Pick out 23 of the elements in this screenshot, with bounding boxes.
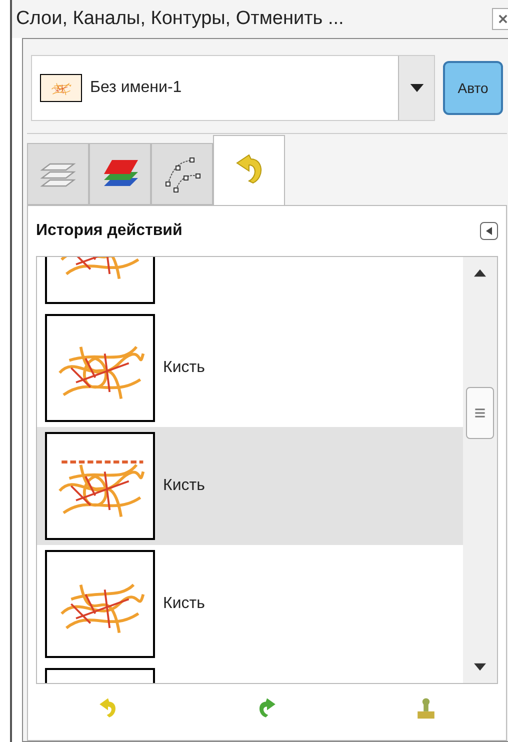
scroll-down-icon <box>474 663 486 671</box>
window-title: Слои, Каналы, Контуры, Отменить ... <box>16 6 344 31</box>
history-label: Кисть <box>163 358 205 378</box>
caret-icon <box>408 84 424 92</box>
close-button[interactable] <box>492 8 508 30</box>
history-label: Кисть <box>163 594 205 614</box>
auto-button[interactable]: Авто <box>443 61 503 115</box>
panel-menu-button[interactable] <box>480 222 498 240</box>
grip-icon <box>474 407 486 419</box>
panel-title: История действий <box>36 221 182 241</box>
scrollbar[interactable] <box>463 257 497 683</box>
image-name: Без имени-1 <box>90 78 183 98</box>
scroll-up-icon <box>474 269 486 277</box>
close-icon <box>497 13 508 25</box>
history-label: Кисть <box>163 476 205 496</box>
scrollbar-thumb[interactable] <box>466 387 494 439</box>
image-dropdown[interactable]: Без имени-1 <box>31 55 435 121</box>
caret-icon <box>485 227 493 235</box>
panel-tab[interactable] <box>151 143 213 205</box>
image-thumbnail <box>40 74 82 102</box>
panel-tab[interactable] <box>89 143 151 205</box>
history-row[interactable]: Кисть <box>37 427 463 545</box>
dropdown-arrow-button[interactable] <box>398 56 434 120</box>
